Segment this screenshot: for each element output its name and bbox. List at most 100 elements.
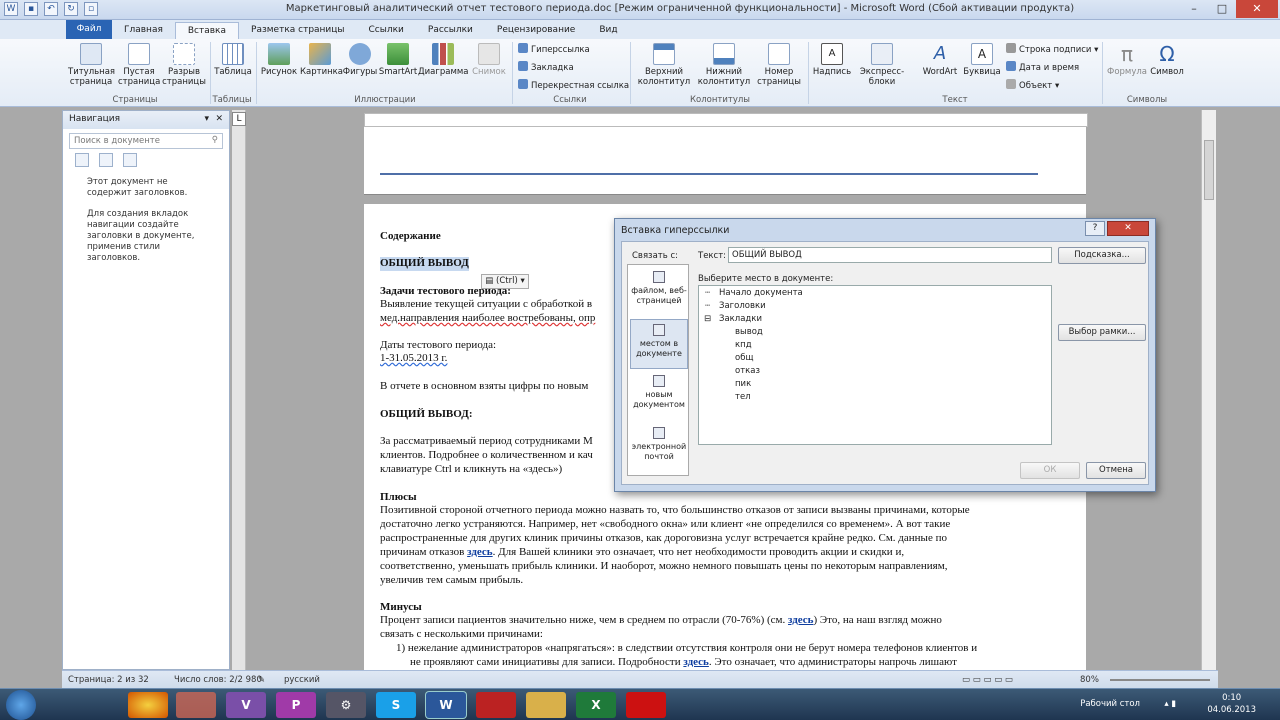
doc-hyperlink[interactable]: здесь bbox=[788, 614, 814, 626]
zoom-slider[interactable] bbox=[1110, 679, 1210, 681]
object-button[interactable]: Объект ▾ bbox=[1006, 79, 1059, 91]
shapes-button[interactable]: Фигуры bbox=[342, 43, 378, 77]
symbol-button[interactable]: Ω Символ bbox=[1148, 43, 1186, 77]
textbox-button[interactable]: A Надпись bbox=[812, 43, 852, 77]
view-buttons[interactable]: ▭ ▭ ▭ ▭ ▭ bbox=[962, 675, 1013, 685]
hyperlink-button[interactable]: Гиперссылка bbox=[518, 43, 590, 55]
tree-item-bookmark[interactable]: отказ bbox=[735, 366, 760, 376]
redo-icon[interactable]: ↻ bbox=[64, 2, 78, 16]
cross-reference-button[interactable]: Перекрестная ссылка bbox=[518, 79, 629, 91]
footer-button[interactable]: Нижний колонтитул bbox=[696, 43, 752, 87]
signature-line-button[interactable]: Строка подписи ▾ bbox=[1006, 43, 1098, 55]
link-existing-file-option[interactable]: файлом, веб-страницей bbox=[630, 267, 688, 317]
ok-button[interactable]: ОК bbox=[1020, 462, 1080, 479]
close-button[interactable]: ✕ bbox=[1236, 0, 1278, 18]
tab-insert[interactable]: Вставка bbox=[174, 22, 240, 39]
drop-cap-button[interactable]: A Буквица bbox=[962, 43, 1002, 77]
tab-references[interactable]: Ссылки bbox=[357, 22, 416, 39]
nav-results-tab[interactable] bbox=[123, 153, 137, 167]
tree-item-bookmark[interactable]: кпд bbox=[735, 340, 752, 350]
skype-taskbar-icon[interactable]: S bbox=[376, 692, 416, 718]
doc-hyperlink[interactable]: здесь bbox=[683, 656, 709, 668]
zoom-level[interactable]: 80% bbox=[1080, 675, 1099, 685]
tree-collapse-icon[interactable]: ⊟ bbox=[704, 314, 711, 324]
nav-headings-tab[interactable] bbox=[75, 153, 89, 167]
table-button[interactable]: Таблица bbox=[214, 43, 252, 77]
excel-taskbar-icon[interactable]: X bbox=[576, 692, 616, 718]
header-button[interactable]: Верхний колонтитул bbox=[634, 43, 694, 87]
blank-page-button[interactable]: Пустая страница bbox=[118, 43, 160, 87]
p-app-taskbar-icon[interactable]: P bbox=[276, 692, 316, 718]
app-taskbar-icon[interactable] bbox=[176, 692, 216, 718]
screentip-button[interactable]: Подсказка... bbox=[1058, 247, 1146, 264]
help-button[interactable]: ? bbox=[1085, 221, 1105, 236]
doc-selected-text[interactable]: ОБЩИЙ ВЫВОД bbox=[380, 257, 469, 271]
tree-item-bookmarks[interactable]: Закладки bbox=[719, 314, 762, 324]
save-icon[interactable]: ▪ bbox=[24, 2, 38, 16]
viber-taskbar-icon[interactable]: V bbox=[226, 692, 266, 718]
desktop-toolbar[interactable]: Рабочий стол bbox=[1080, 699, 1140, 709]
tab-mailings[interactable]: Рассылки bbox=[416, 22, 485, 39]
new-doc-icon[interactable]: ▫ bbox=[84, 2, 98, 16]
link-email-option[interactable]: электронной почтой bbox=[630, 423, 688, 473]
display-text-field[interactable]: ОБЩИЙ ВЫВОД bbox=[728, 247, 1052, 263]
tray-icons[interactable]: ▴ ▮ bbox=[1164, 699, 1176, 709]
doc-summary-heading: ОБЩИЙ ВЫВОД: bbox=[380, 408, 473, 420]
paste-options-button[interactable]: ▤ (Ctrl) ▾ bbox=[481, 274, 529, 289]
tree-item-bookmark[interactable]: общ bbox=[735, 353, 753, 363]
tab-file[interactable]: Файл bbox=[66, 20, 112, 39]
nav-pages-tab[interactable] bbox=[99, 153, 113, 167]
chrome-taskbar-icon[interactable] bbox=[128, 692, 168, 718]
clock[interactable]: 0:10 04.06.2013 bbox=[1207, 692, 1256, 716]
page-break-button[interactable]: Разрыв страницы bbox=[162, 43, 206, 87]
tab-selector[interactable]: L bbox=[232, 112, 246, 126]
proofing-icon[interactable]: ✎ bbox=[258, 675, 265, 685]
tree-item-bookmark[interactable]: тел bbox=[735, 392, 751, 402]
tree-item-headings[interactable]: Заголовки bbox=[719, 301, 766, 311]
tree-item-bookmark[interactable]: вывод bbox=[735, 327, 763, 337]
page-number-button[interactable]: Номер страницы bbox=[752, 43, 806, 87]
equation-button[interactable]: π Формула bbox=[1106, 43, 1148, 77]
tree-item-top-of-document[interactable]: Начало документа bbox=[719, 288, 803, 298]
maximize-button[interactable]: □ bbox=[1208, 0, 1236, 18]
target-frame-button[interactable]: Выбор рамки... bbox=[1058, 324, 1146, 341]
picture-button[interactable]: Рисунок bbox=[260, 43, 298, 77]
start-button[interactable] bbox=[6, 690, 36, 720]
search-icon[interactable]: ⚲ bbox=[212, 135, 218, 145]
title-page-button[interactable]: Титульная страница bbox=[68, 43, 115, 87]
nav-close-icon[interactable]: ✕ bbox=[215, 114, 223, 124]
word-taskbar-icon[interactable]: W bbox=[426, 692, 466, 718]
bookmark-button[interactable]: Закладка bbox=[518, 61, 574, 73]
vertical-scrollbar[interactable] bbox=[1201, 110, 1216, 670]
cancel-button[interactable]: Отмена bbox=[1086, 462, 1146, 479]
explorer-taskbar-icon[interactable] bbox=[526, 692, 566, 718]
tab-home[interactable]: Главная bbox=[112, 22, 175, 39]
document-places-tree[interactable]: ┄ Начало документа ┄ Заголовки ⊟ Закладк… bbox=[698, 285, 1052, 445]
smartart-button[interactable]: SmartArt bbox=[378, 43, 418, 77]
wordart-button[interactable]: A WordArt bbox=[918, 43, 962, 77]
screenshot-button[interactable]: Снимок bbox=[468, 43, 510, 77]
quick-parts-button[interactable]: Экспресс-блоки bbox=[852, 43, 912, 87]
link-new-document-option[interactable]: новым документом bbox=[630, 371, 688, 421]
tab-review[interactable]: Рецензирование bbox=[485, 22, 587, 39]
minimize-button[interactable]: – bbox=[1180, 0, 1208, 18]
app-red-taskbar-icon[interactable] bbox=[476, 692, 516, 718]
date-time-button[interactable]: Дата и время bbox=[1006, 61, 1079, 73]
link-place-in-document-option[interactable]: местом в документе bbox=[630, 319, 688, 369]
status-page[interactable]: Страница: 2 из 32 bbox=[68, 675, 149, 685]
settings-taskbar-icon[interactable]: ⚙ bbox=[326, 692, 366, 718]
clipart-button[interactable]: Картинка bbox=[300, 43, 343, 77]
scrollbar-thumb[interactable] bbox=[1204, 140, 1214, 200]
nav-menu-icon[interactable]: ▾ bbox=[204, 114, 209, 124]
nav-search-input[interactable]: Поиск в документе ⚲ bbox=[69, 133, 223, 149]
tab-page-layout[interactable]: Разметка страницы bbox=[239, 22, 357, 39]
status-word-count[interactable]: Число слов: 2/2 980 bbox=[174, 675, 262, 685]
dialog-close-button[interactable]: ✕ bbox=[1107, 221, 1149, 236]
status-language[interactable]: русский bbox=[284, 675, 320, 685]
doc-hyperlink[interactable]: здесь bbox=[467, 546, 493, 558]
chart-button[interactable]: Диаграмма bbox=[418, 43, 468, 77]
pdf-taskbar-icon[interactable] bbox=[626, 692, 666, 718]
tree-item-bookmark[interactable]: пик bbox=[735, 379, 751, 389]
tab-view[interactable]: Вид bbox=[587, 22, 629, 39]
undo-icon[interactable]: ↶ bbox=[44, 2, 58, 16]
